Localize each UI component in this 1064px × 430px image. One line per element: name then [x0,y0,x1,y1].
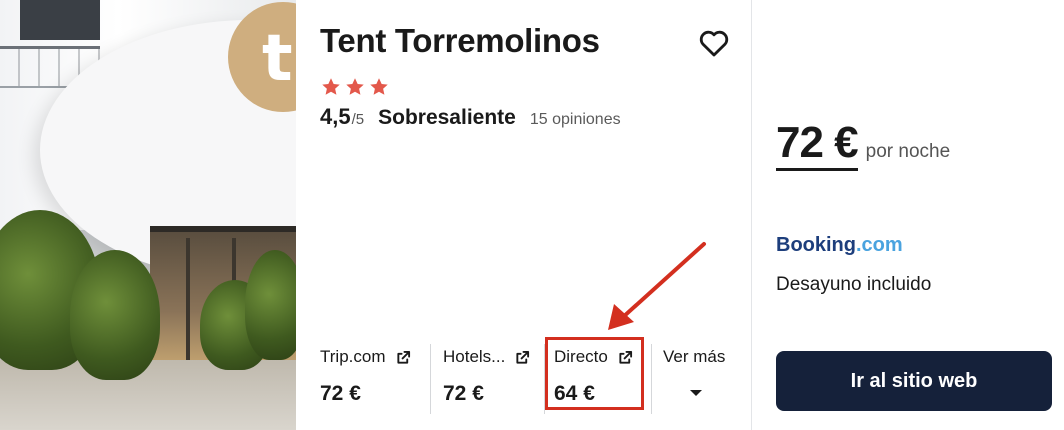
star-icon [322,78,340,95]
nightly-price[interactable]: 72 € por noche [776,120,950,171]
see-more-label: Ver más [663,347,726,366]
photo-floor [0,360,296,430]
star-rating [320,76,390,98]
provider-hotels[interactable]: Hotels... 72 € [443,344,543,414]
star-icon [370,78,388,95]
booking-logo-part: .com [856,234,903,256]
star-icon [346,78,364,95]
rating-label: Sobresaliente [378,106,516,129]
see-more-button[interactable]: Ver más [663,344,733,414]
provider-price: 72 € [443,382,484,405]
photo-window [20,0,100,40]
provider-trip-com[interactable]: Trip.com 72 € [320,344,420,414]
highlight-box [545,337,644,410]
booking-logo: Booking.com [776,234,903,257]
price-unit: por noche [865,141,951,162]
external-link-icon [396,350,410,364]
annotation-arrow-icon [608,242,706,330]
rating-scale: /5 [351,111,365,128]
rating-row[interactable]: 4,5 /5 Sobresaliente 15 opiniones [320,104,621,130]
heart-icon[interactable] [696,26,732,60]
provider-name: Hotels... [443,347,506,366]
go-to-site-button[interactable]: Ir al sitio web [776,351,1052,411]
price-amount: 72 € [776,120,859,171]
divider [430,344,431,414]
photo-plant [70,250,160,380]
photo-plant [245,250,296,360]
provider-name: Trip.com [320,347,386,366]
external-link-icon [516,350,530,364]
column-divider [751,0,752,430]
rating-score: 4,5 [320,104,351,129]
hotel-photo[interactable]: t [0,0,296,430]
photo-logo-letter: t [262,22,293,96]
booking-logo-part: Booking [776,234,856,256]
perk-text: Desayuno incluido [776,274,932,295]
review-count: 15 opiniones [529,111,621,128]
provider-price: 72 € [320,382,361,405]
divider [651,344,652,414]
hotel-name[interactable]: Tent Torremolinos [320,22,600,60]
caret-down-icon [690,390,702,396]
